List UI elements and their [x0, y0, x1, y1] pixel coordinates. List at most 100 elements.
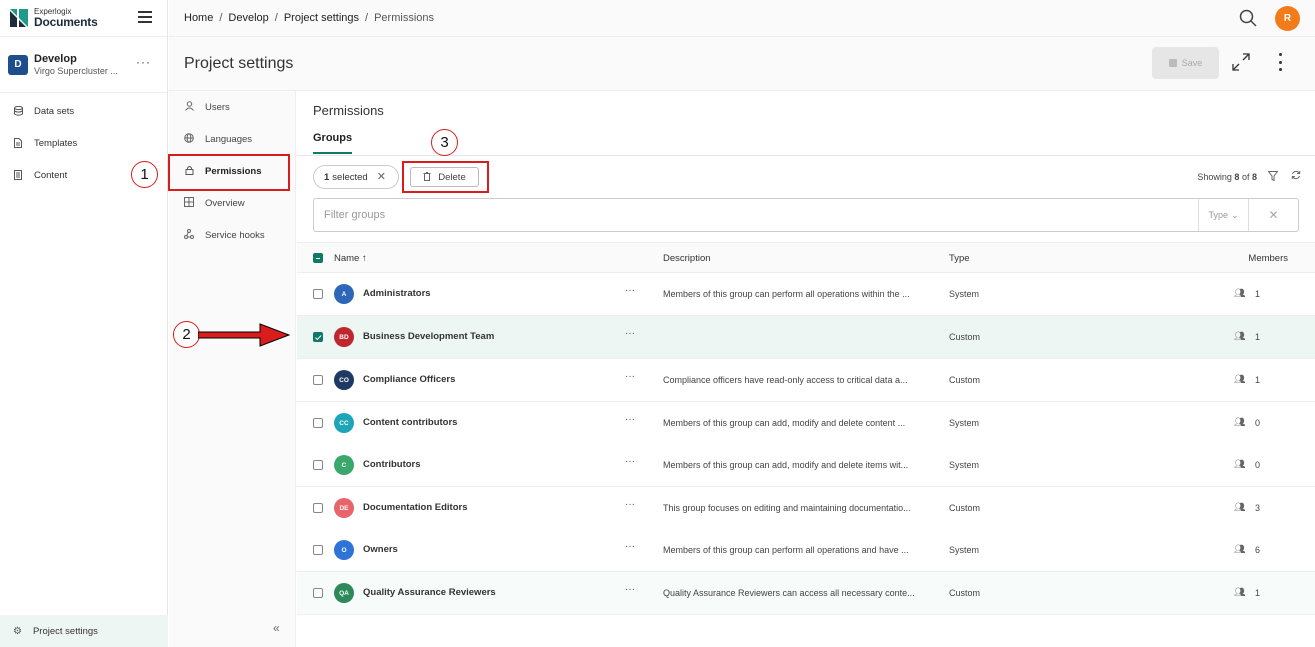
- group-members: 3: [1255, 503, 1261, 513]
- type-filter-label: Type: [1208, 210, 1228, 220]
- group-members: 6: [1255, 545, 1261, 555]
- group-description: Members of this group can add, modify an…: [663, 460, 909, 470]
- refresh-icon[interactable]: [1291, 170, 1301, 183]
- clear-filter-icon[interactable]: ✕: [1248, 199, 1298, 231]
- table-row[interactable]: BD Business Development Team ··· Custom …: [297, 316, 1315, 359]
- breadcrumb-home[interactable]: Home: [184, 12, 213, 24]
- group-avatar: CO: [334, 370, 354, 390]
- group-name[interactable]: Contributors: [363, 459, 421, 470]
- gear-icon: ⚙: [13, 625, 22, 637]
- row-more-icon[interactable]: ···: [625, 499, 635, 510]
- group-type: System: [949, 460, 980, 470]
- group-type: Custom: [949, 375, 981, 385]
- table-row[interactable]: CC Content contributors ··· Members of t…: [297, 402, 1315, 445]
- group-name[interactable]: Compliance Officers: [363, 374, 455, 385]
- logo-text: Experlogix Documents: [34, 8, 98, 29]
- search-icon[interactable]: [1239, 9, 1257, 27]
- members-icon: 👥︎: [1234, 502, 1246, 512]
- row-more-icon[interactable]: ···: [625, 285, 635, 296]
- filter-icon[interactable]: [1267, 171, 1279, 184]
- table-row[interactable]: C Contributors ··· Members of this group…: [297, 444, 1315, 487]
- user-icon: [184, 101, 194, 113]
- sidebar-item-label: Data sets: [34, 105, 75, 117]
- group-members: 0: [1255, 460, 1261, 470]
- tab-groups[interactable]: Groups: [313, 132, 353, 154]
- selected-chip[interactable]: 1 selected ✕: [313, 165, 399, 189]
- group-type: System: [949, 418, 980, 428]
- group-avatar: C: [334, 455, 354, 475]
- group-name[interactable]: Owners: [363, 544, 398, 555]
- type-filter-dropdown[interactable]: Type ⌄: [1198, 199, 1248, 231]
- section-title: Permissions: [313, 103, 384, 118]
- table-row[interactable]: O Owners ··· Members of this group can p…: [297, 529, 1315, 572]
- breadcrumb-project-settings[interactable]: Project settings: [284, 12, 359, 24]
- select-all-checkbox[interactable]: [313, 253, 323, 263]
- project-more-icon[interactable]: ···: [136, 55, 151, 69]
- group-type: Custom: [949, 332, 981, 342]
- members-icon: 👥︎: [1234, 288, 1246, 298]
- column-name[interactable]: Name ↑: [334, 253, 367, 264]
- row-more-icon[interactable]: ···: [625, 414, 635, 425]
- group-name[interactable]: Content contributors: [363, 417, 457, 428]
- row-checkbox[interactable]: [313, 503, 323, 513]
- group-name[interactable]: Documentation Editors: [363, 502, 468, 513]
- settings-item-overview[interactable]: Overview: [169, 187, 295, 219]
- breadcrumb-separator: /: [219, 12, 223, 24]
- group-members: 1: [1255, 375, 1261, 385]
- row-more-icon[interactable]: ···: [625, 584, 635, 595]
- collapse-sidebar-icon[interactable]: «: [273, 621, 280, 635]
- row-checkbox[interactable]: [313, 289, 323, 299]
- page-title: Project settings: [184, 55, 294, 72]
- group-description: Compliance officers have read-only acces…: [663, 375, 908, 385]
- row-more-icon[interactable]: ···: [625, 456, 635, 467]
- filter-groups-input[interactable]: Filter groups Type ⌄ ✕: [313, 198, 1299, 232]
- save-button[interactable]: Save: [1152, 47, 1219, 79]
- sidebar-item-project-settings[interactable]: ⚙ Project settings: [0, 615, 168, 647]
- sidebar-item-data-sets[interactable]: Data sets: [0, 95, 167, 127]
- showing-total: 8: [1251, 172, 1257, 182]
- group-name[interactable]: Administrators: [363, 288, 431, 299]
- row-more-icon[interactable]: ···: [625, 371, 635, 382]
- clear-selection-icon[interactable]: ✕: [377, 170, 386, 183]
- breadcrumb-develop[interactable]: Develop: [228, 12, 268, 24]
- column-description: Description: [663, 253, 711, 264]
- group-avatar: BD: [334, 327, 354, 347]
- row-checkbox[interactable]: [313, 545, 323, 555]
- column-members: Members: [1248, 253, 1288, 264]
- group-description: Members of this group can perform all op…: [663, 545, 909, 555]
- table-row[interactable]: QA Quality Assurance Reviewers ··· Quali…: [297, 572, 1315, 615]
- showing-of: of: [1241, 172, 1250, 182]
- user-avatar[interactable]: R: [1275, 6, 1300, 31]
- annotation-marker-2: 2: [173, 321, 200, 348]
- group-avatar: O: [334, 540, 354, 560]
- settings-item-users[interactable]: Users: [169, 91, 295, 123]
- row-more-icon[interactable]: ···: [625, 328, 635, 339]
- group-avatar: QA: [334, 583, 354, 603]
- row-checkbox[interactable]: [313, 418, 323, 428]
- row-checkbox[interactable]: [313, 460, 323, 470]
- annotation-arrow: [198, 323, 290, 347]
- row-checkbox[interactable]: [313, 588, 323, 598]
- row-checkbox[interactable]: [313, 375, 323, 385]
- row-checkbox[interactable]: [313, 332, 323, 342]
- more-options-icon[interactable]: [1275, 53, 1285, 71]
- sidebar-item-label: Project settings: [32, 625, 98, 637]
- expand-icon[interactable]: [1232, 53, 1250, 71]
- settings-item-service-hooks[interactable]: Service hooks: [169, 219, 295, 251]
- sidebar-item-templates[interactable]: Templates: [0, 127, 167, 159]
- group-avatar: CC: [334, 413, 354, 433]
- table-row[interactable]: CO Compliance Officers ··· Compliance of…: [297, 359, 1315, 402]
- members-icon: 👥︎: [1234, 459, 1246, 469]
- selected-count: 1: [324, 171, 330, 183]
- settings-item-label: Service hooks: [205, 229, 265, 241]
- group-name[interactable]: Quality Assurance Reviewers: [363, 587, 496, 598]
- project-switcher[interactable]: D Develop Virgo Supercluster ... ···: [0, 37, 167, 93]
- hamburger-menu-icon[interactable]: [138, 11, 152, 23]
- group-name[interactable]: Business Development Team: [363, 331, 494, 342]
- row-more-icon[interactable]: ···: [625, 541, 635, 552]
- table-row[interactable]: DE Documentation Editors ··· This group …: [297, 487, 1315, 530]
- settings-item-languages[interactable]: Languages: [169, 123, 295, 155]
- annotation-marker-3: 3: [431, 129, 458, 156]
- webhook-icon: [184, 229, 194, 241]
- table-row[interactable]: A Administrators ··· Members of this gro…: [297, 273, 1315, 316]
